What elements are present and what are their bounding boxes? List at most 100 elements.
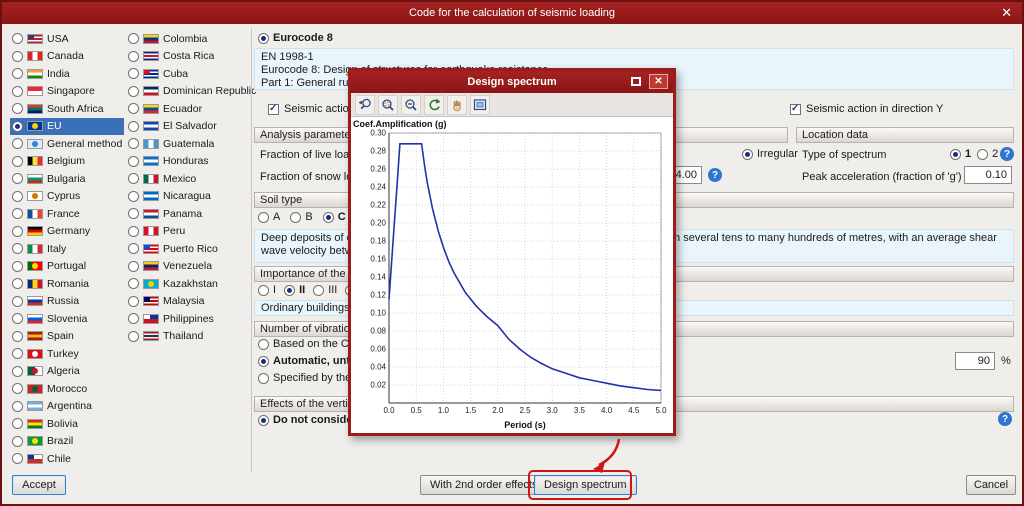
country-option-guatemala[interactable]: Guatemala (126, 135, 250, 153)
flag-icon-russia (27, 296, 43, 307)
country-option-el-salvador[interactable]: El Salvador (126, 118, 250, 136)
country-label: Slovenia (47, 312, 88, 325)
flag-canton (144, 69, 151, 75)
country-option-algeria[interactable]: Algeria (10, 363, 124, 381)
country-label: South Africa (47, 102, 104, 115)
option-ii[interactable]: II (284, 284, 305, 296)
country-option-kazakhstan[interactable]: Kazakhstan (126, 275, 250, 293)
country-option-spain[interactable]: Spain (10, 328, 124, 346)
country-label: Malaysia (163, 295, 205, 308)
option-a[interactable]: A (258, 211, 280, 223)
country-option-peru[interactable]: Peru (126, 223, 250, 241)
country-label: Cuba (163, 67, 189, 80)
radio-icon (977, 148, 989, 160)
flag-icon-panama (143, 208, 159, 219)
irregular-option[interactable]: Irregular (742, 148, 798, 160)
zoom-out-icon[interactable] (401, 94, 421, 115)
country-label: Turkey (47, 347, 79, 360)
option-iii[interactable]: III (313, 284, 337, 296)
help-icon[interactable]: ? (998, 412, 1012, 426)
country-option-france[interactable]: France (10, 205, 124, 223)
spectrum-type-option-2[interactable]: 2 (977, 148, 998, 160)
country-option-chile[interactable]: Chile (10, 450, 124, 468)
country-option-portugal[interactable]: Portugal (10, 258, 124, 276)
country-option-argentina[interactable]: Argentina (10, 398, 124, 416)
country-label: Belgium (47, 155, 85, 168)
flag-icon-algeria (27, 366, 43, 377)
flag-icon-peru (143, 226, 159, 237)
popup-titlebar[interactable]: Design spectrum ✕ (351, 71, 673, 93)
country-label: France (47, 207, 80, 220)
country-option-cyprus[interactable]: Cyprus (10, 188, 124, 206)
country-option-general-method[interactable]: General method (10, 135, 124, 153)
cancel-button[interactable]: Cancel (966, 475, 1016, 495)
flag-icon-guatemala (143, 138, 159, 149)
country-option-honduras[interactable]: Honduras (126, 153, 250, 171)
country-option-singapore[interactable]: Singapore (10, 83, 124, 101)
peak-acceleration-field[interactable]: 0.10 (964, 166, 1012, 184)
svg-text:0.04: 0.04 (370, 363, 386, 372)
country-option-puerto-rico[interactable]: Puerto Rico (126, 240, 250, 258)
radio-icon (128, 33, 139, 45)
country-option-canada[interactable]: Canada (10, 48, 124, 66)
chart-toolbar (351, 93, 673, 117)
peak-acceleration-label: Peak acceleration (fraction of 'g') (802, 171, 962, 183)
radio-icon (128, 173, 139, 185)
spectrum-type-option-1[interactable]: 1 (950, 148, 971, 160)
svg-text:1.0: 1.0 (438, 406, 450, 415)
country-option-india[interactable]: India (10, 65, 124, 83)
country-option-malaysia[interactable]: Malaysia (126, 293, 250, 311)
mass-percentage-field[interactable]: 90 (955, 352, 995, 370)
country-option-brazil[interactable]: Brazil (10, 433, 124, 451)
country-option-dominican-republic[interactable]: Dominican Republic (126, 83, 256, 101)
option-label: I (273, 284, 277, 296)
close-icon[interactable]: ✕ (1001, 5, 1012, 21)
country-option-belgium[interactable]: Belgium (10, 153, 124, 171)
country-option-usa[interactable]: USA (10, 30, 124, 48)
country-option-eu[interactable]: EU (10, 117, 124, 135)
country-option-mexico[interactable]: Mexico (126, 170, 250, 188)
flag-icon-spain (27, 331, 43, 342)
previous-zoom-icon[interactable] (355, 94, 375, 115)
country-option-thailand[interactable]: Thailand (126, 328, 250, 346)
country-option-morocco[interactable]: Morocco (10, 380, 124, 398)
country-option-nicaragua[interactable]: Nicaragua (126, 188, 250, 206)
option-label: A (273, 211, 281, 223)
country-option-philippines[interactable]: Philippines (126, 310, 250, 328)
help-icon[interactable]: ? (1000, 147, 1014, 161)
flag-icon-dominican-republic (143, 86, 159, 97)
country-option-south-africa[interactable]: South Africa (10, 100, 124, 118)
help-icon[interactable]: ? (708, 168, 722, 182)
flag-icon-argentina (27, 401, 43, 412)
country-option-venezuela[interactable]: Venezuela (126, 258, 250, 276)
country-option-bulgaria[interactable]: Bulgaria (10, 170, 124, 188)
country-option-germany[interactable]: Germany (10, 223, 124, 241)
seismic-direction-y-checkbox[interactable]: Seismic action in direction Y (790, 103, 943, 115)
country-option-ecuador[interactable]: Ecuador (126, 100, 250, 118)
redraw-icon[interactable] (424, 94, 444, 115)
popup-close-button[interactable]: ✕ (649, 74, 668, 89)
do-not-consider-option[interactable]: Do not consider (258, 414, 357, 426)
country-option-russia[interactable]: Russia (10, 293, 124, 311)
country-option-bolivia[interactable]: Bolivia (10, 415, 124, 433)
zoom-window-icon[interactable] (378, 94, 398, 115)
svg-text:3.0: 3.0 (547, 406, 559, 415)
eurocode8-option[interactable]: Eurocode 8 (258, 32, 333, 44)
country-option-cuba[interactable]: Cuba (126, 65, 250, 83)
country-option-italy[interactable]: Italy (10, 240, 124, 258)
full-view-icon[interactable] (470, 94, 490, 115)
option-i[interactable]: I (258, 284, 276, 296)
option-c[interactable]: C (322, 211, 346, 223)
maximize-icon[interactable] (631, 77, 641, 86)
accept-button[interactable]: Accept (12, 475, 66, 495)
country-option-colombia[interactable]: Colombia (126, 30, 250, 48)
option-b[interactable]: B (290, 211, 313, 223)
country-option-costa-rica[interactable]: Costa Rica (126, 48, 250, 66)
radio-icon (128, 120, 139, 132)
pan-icon[interactable] (447, 94, 467, 115)
country-option-romania[interactable]: Romania (10, 275, 124, 293)
country-option-slovenia[interactable]: Slovenia (10, 310, 124, 328)
percent-unit-label: % (1001, 355, 1011, 367)
country-option-turkey[interactable]: Turkey (10, 345, 124, 363)
country-option-panama[interactable]: Panama (126, 205, 250, 223)
